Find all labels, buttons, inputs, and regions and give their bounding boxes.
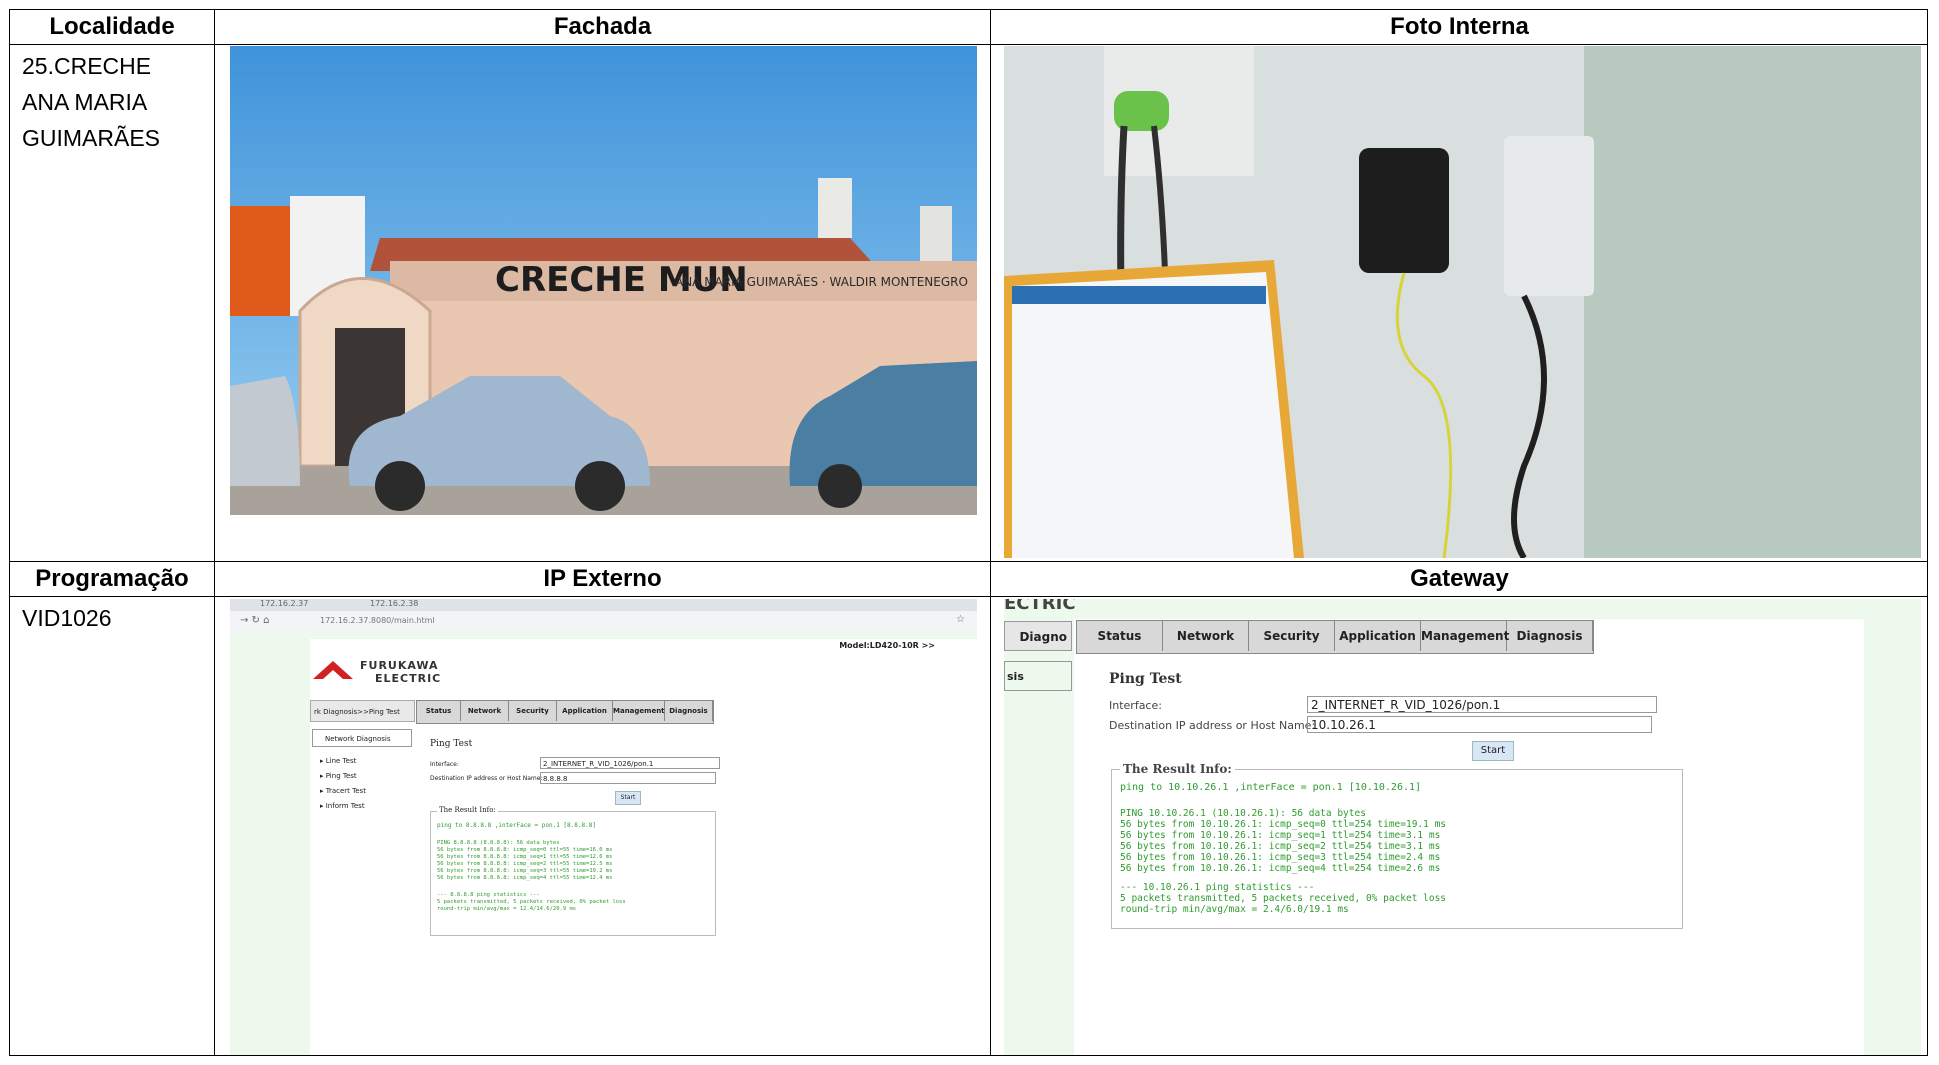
result-title: The Result Info: <box>437 806 498 814</box>
result-line: 5 packets transmitted, 5 packets receive… <box>437 899 626 905</box>
side-item[interactable]: ▸ Inform Test <box>320 799 366 814</box>
tab-management[interactable]: Management <box>1421 621 1509 651</box>
col-divider-2 <box>990 10 991 1055</box>
header-ip-externo: IP Externo <box>543 565 662 592</box>
header-fachada: Fachada <box>553 13 652 40</box>
tab-application[interactable]: Application <box>557 701 613 721</box>
result-line: round-trip min/avg/max = 2.4/6.0/19.1 ms <box>1120 904 1349 915</box>
browser-addressbar: → ↻ ⌂ 172.16.2.37.8080/main.html ☆ <box>230 611 977 634</box>
browser-tab-1[interactable]: 172.16.2.37 <box>260 599 308 608</box>
ip-externo-screenshot: 172.16.2.37 172.16.2.38 → ↻ ⌂ 172.16.2.3… <box>230 599 977 1055</box>
tab-security[interactable]: Security <box>1249 621 1335 651</box>
star-icon[interactable]: ☆ <box>956 614 965 625</box>
tab-status[interactable]: Status <box>1077 621 1163 651</box>
start-button[interactable]: Start <box>615 791 641 805</box>
nav-arrows-icon[interactable]: → ↻ ⌂ <box>240 615 269 626</box>
brand-line2: ELECTRIC <box>375 672 442 685</box>
result-line: 56 bytes from 10.10.26.1: icmp_seq=1 ttl… <box>1120 830 1441 841</box>
row-divider-2 <box>10 561 1927 562</box>
browser-tabbar: 172.16.2.37 172.16.2.38 <box>230 599 977 611</box>
gw-start-button[interactable]: Start <box>1472 741 1514 761</box>
side-item[interactable]: ▸ Tracert Test <box>320 784 366 799</box>
gw-section-title: Ping Test <box>1109 671 1182 687</box>
header-localidade: Localidade <box>49 13 175 40</box>
sign-small-text: ANA MARIA GUIMARÃES · WALDIR MONTENEGRO <box>675 274 968 289</box>
gw-result-title: The Result Info: <box>1120 762 1235 776</box>
result-line: PING 8.8.8.8 (8.8.8.8): 56 data bytes <box>437 840 560 846</box>
fachada-illustration: CRECHE MUN ANA MARIA GUIMARÃES · WALDIR … <box>230 46 977 515</box>
header-programacao: Programação <box>35 565 189 592</box>
foto-interna-photo <box>1004 46 1921 558</box>
result-line: 56 bytes from 8.8.8.8: icmp_seq=4 ttl=55… <box>437 875 613 881</box>
brand-line1: FURUKAWA <box>360 659 439 672</box>
result-line: 5 packets transmitted, 5 packets receive… <box>1120 893 1447 904</box>
row-divider-1 <box>10 44 1927 45</box>
result-line: 56 bytes from 8.8.8.8: icmp_seq=2 ttl=55… <box>437 861 613 867</box>
interface-select[interactable]: 2_INTERNET_R_VID_1026/pon.1 <box>540 757 720 769</box>
result-line: 56 bytes from 8.8.8.8: icmp_seq=3 ttl=55… <box>437 868 613 874</box>
gw-result-lines: PING 10.10.26.1 (10.10.26.1): 56 data by… <box>1120 808 1446 874</box>
result-line: 56 bytes from 10.10.26.1: icmp_seq=2 ttl… <box>1120 841 1441 852</box>
gw-dest-label: Destination IP address or Host Name: <box>1109 719 1316 732</box>
result-line: 56 bytes from 8.8.8.8: icmp_seq=1 ttl=55… <box>437 854 613 860</box>
tab-management[interactable]: Management <box>613 701 665 721</box>
result-line: round-trip min/avg/max = 12.4/14.6/20.9 … <box>437 906 577 912</box>
brand-logo-icon <box>313 661 353 679</box>
url-text[interactable]: 172.16.2.37.8080/main.html <box>320 616 435 625</box>
gw-interface-label: Interface: <box>1109 699 1162 712</box>
gw-side-tab[interactable]: Diagno <box>1004 621 1072 651</box>
gw-tabbar: Status Network Security Application Manageme… <box>1076 620 1594 654</box>
gw-brand-partial: ECTRIC <box>1004 599 1076 614</box>
tab-diagnosis[interactable]: Diagnosis <box>1507 621 1593 651</box>
section-title: Ping Test <box>430 739 473 749</box>
result-line: 56 bytes from 10.10.26.1: icmp_seq=0 ttl… <box>1120 819 1447 830</box>
row-divider-3 <box>10 596 1927 597</box>
model-label: Model:LD420-10R >> <box>839 641 935 650</box>
side-menu: ▸ Line Test ▸ Ping Test ▸ Tracert Test ▸ In… <box>320 754 366 814</box>
result-box: The Result Info: ping to 8.8.8.8 ,interF… <box>430 806 716 936</box>
tab-security[interactable]: Security <box>509 701 557 721</box>
header-gateway: Gateway <box>1410 565 1509 592</box>
programacao-value: VID1026 <box>22 605 112 631</box>
result-line: 56 bytes from 10.10.26.1: icmp_seq=4 ttl… <box>1120 863 1441 874</box>
foto-interna-illustration <box>1004 46 1921 558</box>
result-line: --- 10.10.26.1 ping statistics --- <box>1120 882 1315 893</box>
result-line: PING 10.10.26.1 (10.10.26.1): 56 data by… <box>1120 808 1366 819</box>
side-title[interactable]: Network Diagnosis <box>312 729 412 747</box>
result-line: 56 bytes from 8.8.8.8: icmp_seq=0 ttl=55… <box>437 847 613 853</box>
col-divider-1 <box>214 10 215 1055</box>
gateway-screenshot: ECTRIC Diagno sis Status Network Security A… <box>1004 599 1921 1055</box>
tab-status[interactable]: Status <box>417 701 461 721</box>
tab-diagnosis[interactable]: Diagnosis <box>665 701 713 721</box>
ipx-tabbar: Status Network Security Application Manageme… <box>416 700 714 724</box>
tab-application[interactable]: Application <box>1335 621 1421 651</box>
gw-result-head: ping to 10.10.26.1 ,interFace = pon.1 [1… <box>1120 782 1422 793</box>
gw-side-item[interactable]: sis <box>1004 661 1072 691</box>
gw-result-stats: --- 10.10.26.1 ping statistics --- 5 pack… <box>1120 882 1446 915</box>
report-table: Localidade Fachada Foto Interna Programa… <box>9 9 1928 1056</box>
localidade-value: 25.CRECHE ANA MARIA GUIMARÃES <box>22 53 161 151</box>
result-lines: PING 8.8.8.8 (8.8.8.8): 56 data bytes 56 … <box>437 840 613 882</box>
dest-input[interactable]: 8.8.8.8 <box>540 772 716 784</box>
tab-network[interactable]: Network <box>1163 621 1249 651</box>
tab-network[interactable]: Network <box>461 701 509 721</box>
interface-label: Interface: <box>430 761 459 768</box>
dest-label: Destination IP address or Host Name: <box>430 775 543 782</box>
side-item[interactable]: ▸ Ping Test <box>320 769 366 784</box>
result-line: 56 bytes from 10.10.26.1: icmp_seq=3 ttl… <box>1120 852 1441 863</box>
fachada-photo: CRECHE MUN ANA MARIA GUIMARÃES · WALDIR … <box>230 46 977 515</box>
header-foto-interna: Foto Interna <box>1390 13 1529 40</box>
result-line: --- 8.8.8.8 ping statistics --- <box>437 892 540 898</box>
result-stats: --- 8.8.8.8 ping statistics --- 5 packets… <box>437 892 626 913</box>
result-head: ping to 8.8.8.8 ,interFace = pon.1 [8.8.… <box>437 822 596 829</box>
gw-dest-input[interactable]: 10.10.26.1 <box>1307 716 1652 733</box>
breadcrumb: rk Diagnosis>>Ping Test <box>310 700 415 722</box>
side-item[interactable]: ▸ Line Test <box>320 754 366 769</box>
browser-tab-2[interactable]: 172.16.2.38 <box>370 599 418 608</box>
gw-result-box: The Result Info: ping to 10.10.26.1 ,int… <box>1111 762 1683 929</box>
gw-interface-select[interactable]: 2_INTERNET_R_VID_1026/pon.1 <box>1307 696 1657 713</box>
